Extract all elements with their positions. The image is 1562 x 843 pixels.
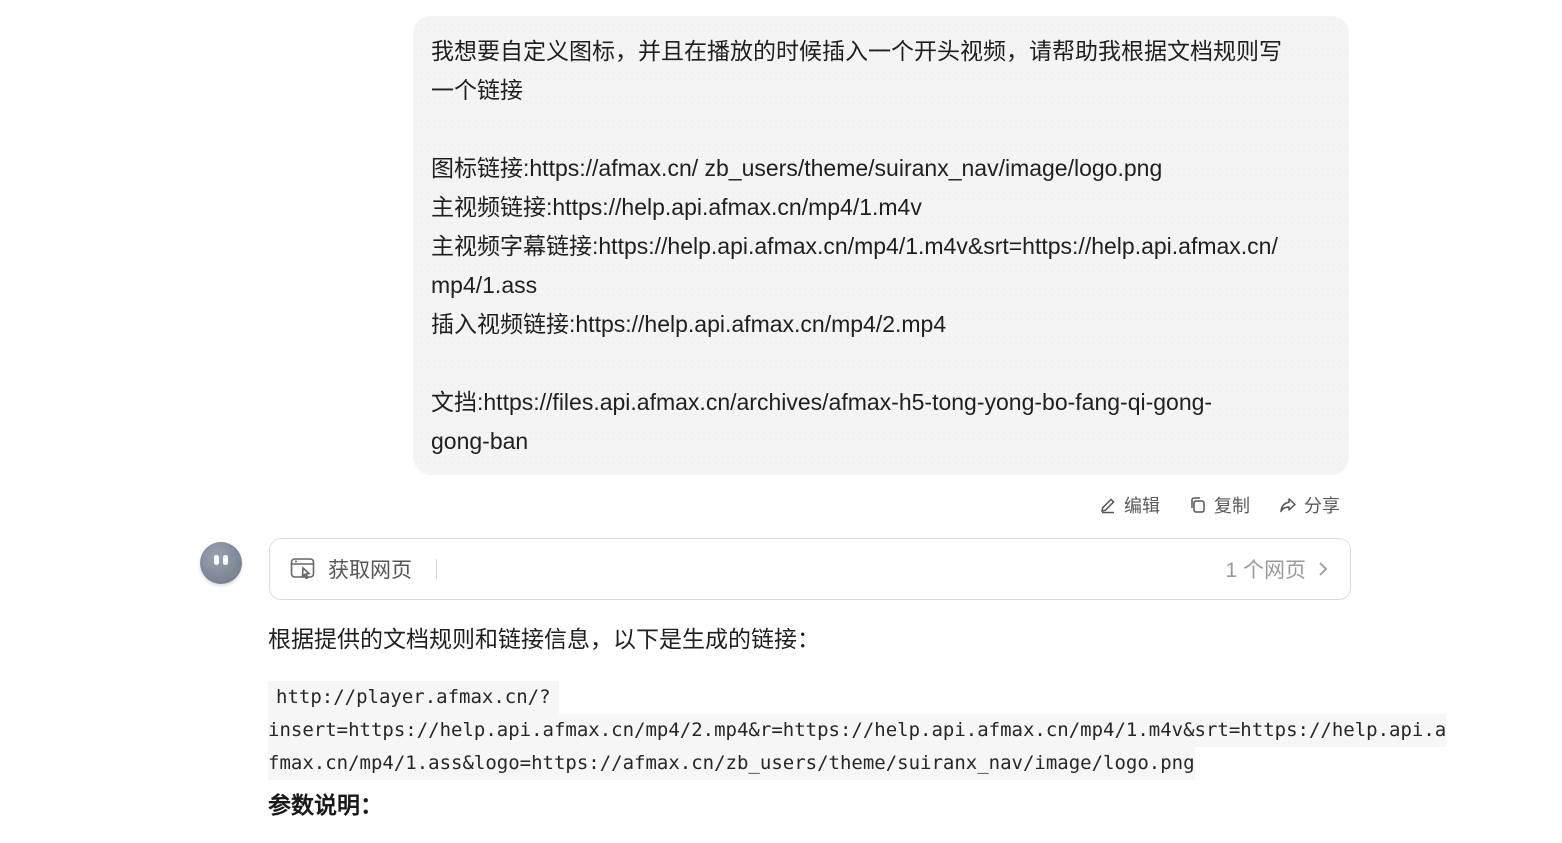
user-message-line: 插入视频链接:https://help.api.afmax.cn/mp4/2.m… [431,311,947,337]
browser-cursor-icon [290,558,315,580]
generated-link-code: http://player.afmax.cn/? insert=https://… [268,681,1447,780]
code-line: insert=https://help.api.afmax.cn/mp4/2.m… [268,714,1447,747]
user-message-line: gong-ban [431,428,529,454]
copy-label: 复制 [1214,496,1250,516]
code-line: fmax.cn/mp4/1.ass&logo=https://afmax.cn/… [268,747,1195,780]
divider [436,559,437,579]
webpage-count-label: 1 个网页 [1225,559,1306,582]
user-message-line: mp4/1.ass [431,272,538,298]
user-message-bubble: 我想要自定义图标，并且在播放的时候插入一个开头视频，请帮助我根据文档规则写 一个… [413,16,1349,475]
fetch-webpage-label: 获取网页 [328,559,412,582]
assistant-avatar [200,542,242,584]
webpage-count[interactable]: 1 个网页 [1225,554,1330,584]
user-message-line: 图标链接:https://afmax.cn/ zb_users/theme/su… [431,155,1163,181]
share-button[interactable]: 分享 [1278,492,1340,518]
edit-label: 编辑 [1124,496,1160,516]
user-message-line: 文挡:https://files.api.afmax.cn/archives/a… [431,389,1213,415]
edit-button[interactable]: 编辑 [1098,492,1160,518]
share-icon [1280,498,1296,513]
answer-intro-text: 根据提供的文档规则和链接信息，以下是生成的链接： [268,626,820,652]
share-label: 分享 [1304,496,1340,516]
chevron-right-icon [1319,562,1328,576]
avatar-eye [223,555,228,565]
user-message-line: 我想要自定义图标，并且在播放的时候插入一个开头视频，请帮助我根据文档规则写 [431,38,1282,64]
user-message-line: 主视频字幕链接:https://help.api.afmax.cn/mp4/1.… [431,233,1278,259]
user-message-line: 主视频链接:https://help.api.afmax.cn/mp4/1.m4… [431,194,922,220]
copy-icon [1191,497,1205,513]
param-explanation-heading: 参数说明： [268,792,383,818]
copy-button[interactable]: 复制 [1188,492,1250,518]
message-actions: 编辑 复制 分享 [1098,492,1340,518]
code-line: http://player.afmax.cn/? [268,681,559,714]
fetch-webpage-header: 获取网页 [290,554,437,584]
pencil-icon [1100,498,1115,514]
fetch-webpage-card[interactable]: 获取网页 1 个网页 [269,538,1351,600]
user-message-line: 一个链接 [431,77,523,103]
avatar-eye [214,555,219,565]
